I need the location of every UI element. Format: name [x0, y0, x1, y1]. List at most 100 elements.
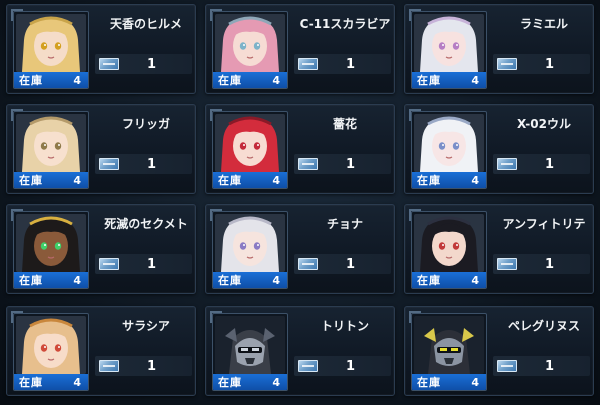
ticket-icon [99, 158, 119, 170]
ticket-icon [298, 258, 318, 270]
item-count-row: 1 [493, 154, 590, 174]
white-hair-girl-portrait [414, 114, 484, 172]
character-card[interactable]: 在庫 4 C-11スカラビア 1 [205, 4, 395, 94]
stock-bar: 在庫 4 [14, 172, 88, 188]
silver-hair-girl-portrait [414, 14, 484, 72]
captain-hat-girl-portrait [414, 214, 484, 272]
character-name: サラシア [122, 319, 170, 333]
stock-value: 4 [272, 73, 280, 87]
item-count: 1 [146, 56, 157, 72]
stock-value: 4 [73, 73, 81, 87]
item-count-row: 1 [493, 254, 590, 274]
portrait-frame: 在庫 4 [411, 11, 487, 89]
character-grid: 在庫 4 天香のヒルメ 1 在庫 4 C-11スカラビア 1 在庫 4 ラミエル… [0, 0, 600, 405]
character-card[interactable]: 在庫 4 トリトン 1 [205, 306, 395, 396]
stock-label: 在庫 [417, 174, 441, 187]
item-count-row: 1 [95, 356, 192, 376]
stock-bar: 在庫 4 [14, 272, 88, 288]
stock-bar: 在庫 4 [412, 272, 486, 288]
character-card[interactable]: 在庫 4 アンフィトリテ 1 [404, 204, 594, 294]
stock-bar: 在庫 4 [412, 72, 486, 88]
stock-label: 在庫 [19, 274, 43, 287]
item-count: 1 [544, 358, 555, 374]
character-card[interactable]: 在庫 4 サラシア 1 [6, 306, 196, 396]
ticket-icon [99, 360, 119, 372]
portrait-frame: 在庫 4 [13, 313, 89, 391]
character-name: 薔花 [332, 117, 357, 131]
item-count: 1 [345, 156, 356, 172]
character-name: チョナ [326, 217, 363, 231]
stock-label: 在庫 [417, 274, 441, 287]
character-name: アンフィトリテ [502, 217, 586, 231]
character-name: 天香のヒルメ [109, 17, 182, 31]
stock-value: 4 [471, 173, 479, 187]
stock-value: 4 [73, 375, 81, 389]
item-count: 1 [146, 156, 157, 172]
portrait-frame: 在庫 4 [212, 313, 288, 391]
item-count-row: 1 [95, 154, 192, 174]
mecha-head-portrait [414, 316, 484, 374]
stock-label: 在庫 [218, 274, 242, 287]
stock-value: 4 [471, 73, 479, 87]
stock-value: 4 [73, 273, 81, 287]
portrait-frame: 在庫 4 [13, 11, 89, 89]
item-count: 1 [544, 156, 555, 172]
stock-value: 4 [272, 375, 280, 389]
item-count: 1 [345, 256, 356, 272]
ticket-icon [497, 158, 517, 170]
robot-head-portrait [215, 316, 285, 374]
character-card[interactable]: 在庫 4 X-02ウル 1 [404, 104, 594, 194]
ticket-icon [99, 58, 119, 70]
portrait-frame: 在庫 4 [411, 313, 487, 391]
stock-bar: 在庫 4 [213, 374, 287, 390]
item-count-row: 1 [294, 54, 391, 74]
item-count-row: 1 [493, 356, 590, 376]
character-card[interactable]: 在庫 4 死滅のセクメト 1 [6, 204, 196, 294]
character-card[interactable]: 在庫 4 天香のヒルメ 1 [6, 4, 196, 94]
character-name: トリトン [320, 319, 369, 333]
stock-bar: 在庫 4 [213, 272, 287, 288]
item-count: 1 [345, 358, 356, 374]
item-count-row: 1 [294, 154, 391, 174]
stock-value: 4 [471, 273, 479, 287]
character-card[interactable]: 在庫 4 ペレグリヌス 1 [404, 306, 594, 396]
ticket-icon [497, 258, 517, 270]
ticket-icon [99, 258, 119, 270]
item-count-row: 1 [95, 254, 192, 274]
stock-label: 在庫 [218, 174, 242, 187]
stock-value: 4 [272, 173, 280, 187]
stock-label: 在庫 [19, 174, 43, 187]
stock-label: 在庫 [417, 376, 441, 389]
stock-bar: 在庫 4 [412, 172, 486, 188]
ticket-icon [298, 58, 318, 70]
stock-label: 在庫 [218, 74, 242, 87]
character-card[interactable]: 在庫 4 チョナ 1 [205, 204, 395, 294]
stock-bar: 在庫 4 [14, 374, 88, 390]
portrait-frame: 在庫 4 [212, 111, 288, 189]
portrait-frame: 在庫 4 [13, 211, 89, 289]
item-count-row: 1 [294, 356, 391, 376]
pink-hair-girl-portrait [215, 14, 285, 72]
stock-label: 在庫 [19, 74, 43, 87]
stock-bar: 在庫 4 [14, 72, 88, 88]
item-count-row: 1 [493, 54, 590, 74]
character-name: 死滅のセクメト [104, 217, 188, 231]
item-count: 1 [146, 256, 157, 272]
character-card[interactable]: 在庫 4 フリッガ 1 [6, 104, 196, 194]
character-card[interactable]: 在庫 4 ラミエル 1 [404, 4, 594, 94]
character-card[interactable]: 在庫 4 薔花 1 [205, 104, 395, 194]
ticket-icon [497, 360, 517, 372]
character-name: C-11スカラビア [299, 17, 391, 31]
item-count: 1 [146, 358, 157, 374]
dark-skin-girl-portrait [16, 214, 86, 272]
stock-label: 在庫 [218, 376, 242, 389]
portrait-frame: 在庫 4 [411, 111, 487, 189]
character-name: ラミエル [519, 17, 568, 31]
item-count: 1 [345, 56, 356, 72]
portrait-frame: 在庫 4 [411, 211, 487, 289]
character-name: ペレグリヌス [507, 319, 580, 333]
stock-bar: 在庫 4 [213, 172, 287, 188]
portrait-frame: 在庫 4 [212, 211, 288, 289]
red-hair-girl-portrait [215, 114, 285, 172]
character-name: フリッガ [121, 117, 170, 131]
